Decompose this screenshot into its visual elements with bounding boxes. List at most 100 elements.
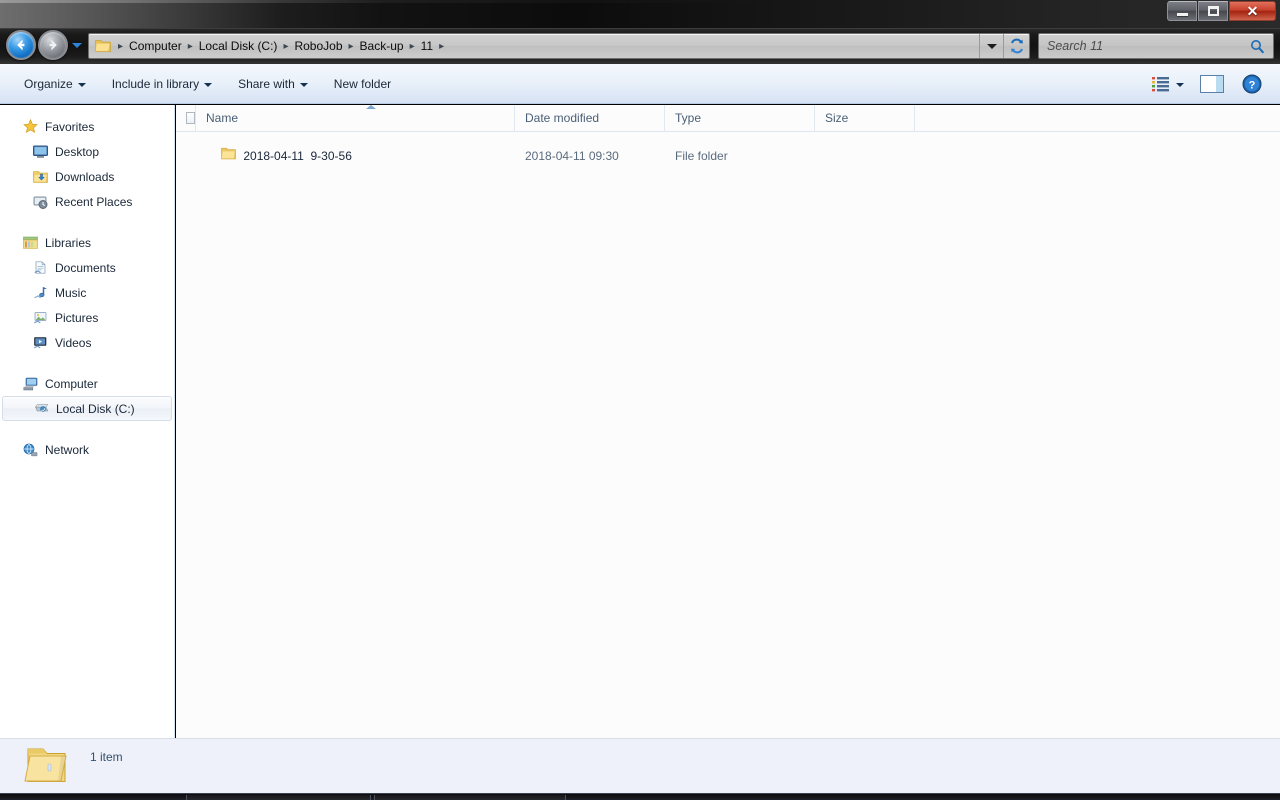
breadcrumb: ▸ Computer ▸ Local Disk (C:) ▸ RoboJob ▸… — [113, 37, 979, 55]
new-folder-button[interactable]: New folder — [324, 71, 401, 97]
chevron-down-icon — [299, 82, 308, 87]
status-text: 1 item — [90, 750, 123, 764]
breadcrumb-item-11[interactable]: 11 — [416, 37, 438, 55]
folder-large-icon — [22, 745, 68, 792]
close-icon: ✕ — [1246, 3, 1259, 19]
select-all-header[interactable] — [176, 105, 196, 132]
refresh-icon — [1010, 38, 1023, 54]
change-view-button[interactable] — [1148, 73, 1188, 95]
sidebar-item-documents[interactable]: Documents — [0, 255, 174, 280]
column-header-name[interactable]: Name — [196, 105, 515, 132]
explorer-window: ✕ ▸ Computer ▸ Local Disk (C:) ▸ RoboJob… — [0, 0, 1280, 800]
taskbar-item[interactable] — [186, 795, 371, 800]
downloads-icon — [32, 169, 48, 185]
help-icon: ? — [1242, 74, 1262, 93]
breadcrumb-item-computer[interactable]: Computer — [124, 37, 187, 55]
maximize-button[interactable] — [1198, 1, 1228, 21]
sidebar-group-libraries[interactable]: Libraries — [0, 230, 174, 255]
folder-icon — [95, 39, 111, 53]
forward-button[interactable] — [38, 30, 68, 60]
column-header-size[interactable]: Size — [815, 105, 915, 132]
window-controls: ✕ — [1167, 1, 1276, 21]
breadcrumb-item-backup[interactable]: Back-up — [355, 37, 409, 55]
taskbar[interactable] — [0, 793, 1280, 800]
sidebar-item-desktop[interactable]: Desktop — [0, 139, 174, 164]
sidebar-label-network: Network — [45, 442, 90, 457]
preview-pane-button[interactable] — [1194, 72, 1230, 96]
sidebar-label-music: Music — [55, 285, 87, 300]
select-all-checkbox[interactable] — [186, 112, 195, 124]
share-with-button[interactable]: Share with — [228, 71, 318, 97]
network-icon — [22, 442, 38, 458]
navigation-pane[interactable]: Favorites Desktop Downloads Recent Place… — [0, 105, 175, 738]
search-icon[interactable] — [1250, 39, 1273, 54]
organize-button[interactable]: Organize — [14, 71, 96, 97]
sidebar-group-favorites[interactable]: Favorites — [0, 114, 174, 139]
column-header-type[interactable]: Type — [665, 105, 815, 132]
refresh-button[interactable] — [1003, 34, 1029, 58]
sidebar-label-pictures: Pictures — [55, 310, 99, 325]
file-size-cell — [815, 145, 915, 167]
folder-icon — [188, 145, 237, 167]
toolbar-right-group: ? — [1148, 71, 1280, 97]
sidebar-label-downloads: Downloads — [55, 169, 115, 184]
sidebar-item-recent-places[interactable]: Recent Places — [0, 189, 174, 214]
breadcrumb-separator: ▸ — [283, 40, 289, 52]
sidebar-item-local-disk-c[interactable]: Local Disk (C:) — [2, 396, 172, 421]
title-bar: ✕ — [0, 0, 1280, 28]
address-bar[interactable]: ▸ Computer ▸ Local Disk (C:) ▸ RoboJob ▸… — [88, 33, 1030, 59]
help-button[interactable]: ? — [1236, 71, 1268, 97]
chevron-down-icon — [204, 82, 213, 87]
pictures-icon — [32, 310, 48, 326]
breadcrumb-separator: ▸ — [118, 40, 124, 52]
search-input[interactable] — [1039, 39, 1250, 53]
file-name-label: 2018-04-11 9-30-56 — [243, 149, 352, 163]
column-header-name-label: Name — [206, 110, 239, 125]
sidebar-label-local-disk-c: Local Disk (C:) — [56, 401, 135, 416]
share-with-label: Share with — [238, 76, 295, 91]
navigation-bar: ▸ Computer ▸ Local Disk (C:) ▸ RoboJob ▸… — [0, 28, 1280, 64]
forward-arrow-icon — [49, 39, 57, 51]
file-list-pane[interactable]: Name Date modified Type Size 2018-04-11 … — [176, 105, 1280, 738]
column-headers: Name Date modified Type Size — [176, 105, 1280, 132]
address-dropdown-button[interactable] — [979, 34, 1003, 58]
file-name-cell[interactable]: 2018-04-11 9-30-56 — [176, 145, 515, 167]
music-icon — [32, 285, 48, 301]
close-button[interactable]: ✕ — [1229, 1, 1276, 21]
breadcrumb-item-local-disk[interactable]: Local Disk (C:) — [194, 37, 283, 55]
taskbar-item[interactable] — [374, 795, 566, 800]
sidebar-item-videos[interactable]: Videos — [0, 330, 174, 355]
svg-text:?: ? — [1249, 79, 1256, 91]
preview-pane-icon — [1200, 74, 1224, 93]
sidebar-item-downloads[interactable]: Downloads — [0, 164, 174, 189]
sidebar-group-network[interactable]: Network — [0, 437, 174, 462]
sidebar-item-music[interactable]: Music — [0, 280, 174, 305]
documents-icon — [32, 260, 48, 276]
breadcrumb-separator: ▸ — [439, 40, 445, 52]
sidebar-group-computer[interactable]: Computer — [0, 371, 174, 396]
breadcrumb-separator: ▸ — [409, 40, 415, 52]
column-header-size-label: Size — [825, 110, 849, 125]
breadcrumb-item-robojob[interactable]: RoboJob — [289, 37, 347, 55]
videos-icon — [32, 335, 48, 351]
restore-icon — [1207, 6, 1219, 16]
column-header-date-modified[interactable]: Date modified — [515, 105, 665, 132]
sidebar-item-pictures[interactable]: Pictures — [0, 305, 174, 330]
back-button[interactable] — [6, 30, 36, 60]
recent-pages-dropdown[interactable] — [72, 43, 82, 48]
minimize-button[interactable] — [1167, 1, 1197, 21]
sort-ascending-icon — [366, 105, 376, 109]
column-header-date-modified-label: Date modified — [525, 110, 600, 125]
column-header-type-label: Type — [675, 110, 702, 125]
desktop-icon — [32, 144, 48, 160]
table-row[interactable]: 2018-04-11 9-30-56 2018-04-11 09:30 File… — [176, 145, 1280, 167]
recent-places-icon — [32, 194, 48, 210]
search-box[interactable] — [1038, 33, 1274, 59]
minimize-icon — [1176, 13, 1188, 16]
computer-icon — [22, 376, 38, 392]
include-in-library-label: Include in library — [111, 76, 200, 91]
new-folder-label: New folder — [333, 76, 392, 91]
include-in-library-button[interactable]: Include in library — [102, 71, 222, 97]
